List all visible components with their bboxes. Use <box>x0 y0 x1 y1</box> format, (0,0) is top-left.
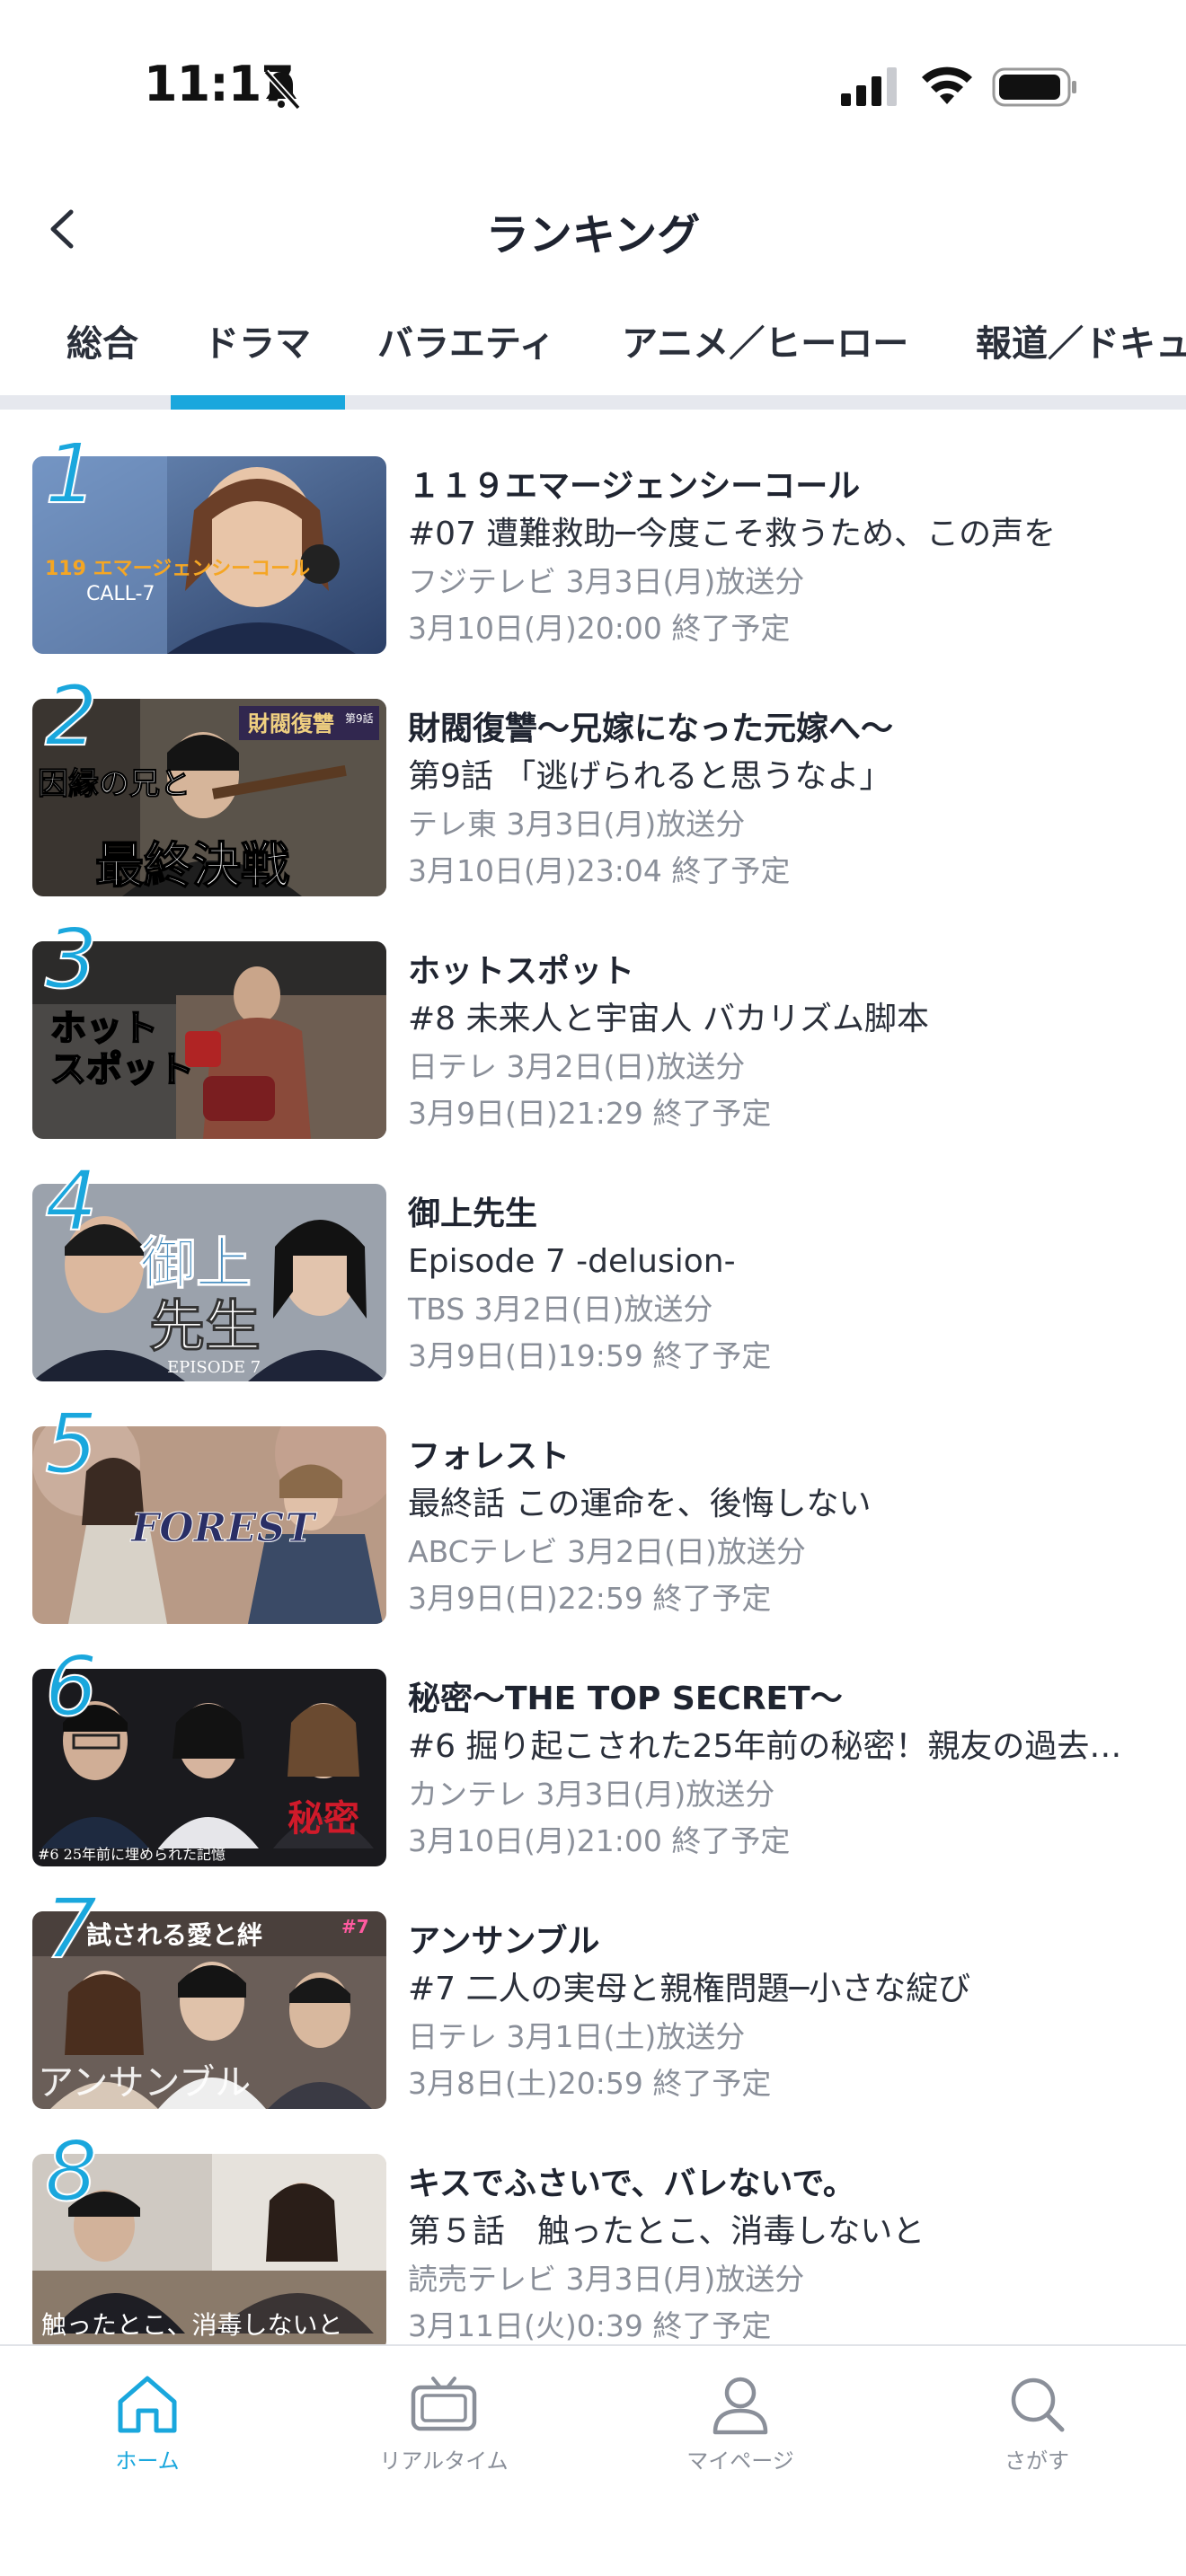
broadcast-info: カンテレ 3月3日(月)放送分 <box>408 1777 775 1812</box>
rank-number: 5 <box>44 1396 99 1492</box>
nav-mypage[interactable]: マイページ <box>633 2362 848 2497</box>
thumb-logo-text: FOREST <box>129 1505 317 1551</box>
expiry-info: 3月10日(月)21:00 終了予定 <box>408 1823 791 1858</box>
expiry-info: 3月8日(土)20:59 終了予定 <box>408 2066 772 2101</box>
thumb-logo-text: アンサンブル <box>38 2062 251 2104</box>
thumb-episode-text: EPISODE 7 <box>167 1358 261 1377</box>
program-title: 秘密〜THE TOP SECRET〜 <box>408 1681 843 1717</box>
page-title: ランキング <box>485 210 701 260</box>
rank-number: 3 <box>44 911 99 1007</box>
rank-number: 4 <box>44 1153 99 1249</box>
ranking-item[interactable]: 119 エマージェンシーコール CALL-7 1 １１９エマージェンシーコール … <box>0 433 1186 675</box>
nav-realtime-label: リアルタイム <box>379 2448 509 2474</box>
nav-home-label: ホーム <box>115 2448 180 2474</box>
rank-number: 7 <box>44 1881 99 1977</box>
thumb-logo-line2: スポット <box>50 1049 194 1090</box>
episode-title: 第５話 触ったとこ、消毒しないと <box>408 2213 925 2250</box>
tab-news-documentary[interactable]: 報道／ドキュ <box>976 314 1186 366</box>
nav-search[interactable]: さがす <box>929 2362 1145 2497</box>
program-title: キスでふさいで、バレないで。 <box>408 2166 855 2202</box>
episode-title: Episode 7 -delusion- <box>408 1243 736 1280</box>
broadcast-info: 日テレ 3月2日(日)放送分 <box>408 1049 746 1084</box>
thumb-logo-number: 119 エマージェンシーコール <box>45 558 310 580</box>
program-title: アンサンブル <box>408 1923 600 1960</box>
thumb-caption-top: 因縁の兄と <box>38 766 190 802</box>
ranking-list: 119 エマージェンシーコール CALL-7 1 １１９エマージェンシーコール … <box>0 433 1186 2344</box>
broadcast-info: TBS 3月2日(日)放送分 <box>408 1292 713 1327</box>
broadcast-info: ABCテレビ 3月2日(日)放送分 <box>408 1534 806 1569</box>
thumb-episode-text: CALL-7 <box>86 583 155 605</box>
wifi-icon <box>922 66 972 104</box>
episode-title: #07 遭難救助─今度こそ救うため、この声を <box>408 516 1057 552</box>
rank-number: 6 <box>44 1638 99 1734</box>
signal-icon <box>841 67 897 106</box>
ranking-item[interactable]: 秘密 #6 25年前に埋められた記憶 6 秘密〜THE TOP SECRET〜 … <box>0 1645 1186 1888</box>
search-icon <box>1011 2378 1065 2432</box>
person-icon <box>712 2377 768 2435</box>
status-bar: 11:17 <box>0 0 1186 171</box>
tab-variety[interactable]: バラエティ <box>377 314 555 366</box>
program-title: ホットスポット <box>408 953 635 990</box>
broadcast-info: 読売テレビ 3月3日(月)放送分 <box>408 2262 805 2297</box>
ranking-item[interactable]: 御上 先生 EPISODE 7 4 御上先生 Episode 7 -delusi… <box>0 1160 1186 1403</box>
header: ランキング <box>0 180 1186 278</box>
expiry-info: 3月9日(日)22:59 終了予定 <box>408 1581 772 1616</box>
ranking-item[interactable]: 財閥復讐 第9話 因縁の兄と 最終決戦 2 財閥復讐〜兄嫁になった元嫁へ〜 第9… <box>0 675 1186 918</box>
home-icon <box>118 2376 177 2433</box>
episode-title: #7 二人の実母と親権問題─小さな綻び <box>408 1971 971 2007</box>
bottom-nav: ホーム リアルタイム マイページ さがす <box>0 2344 1186 2576</box>
expiry-info: 3月9日(日)19:59 終了予定 <box>408 1338 772 1373</box>
ranking-item[interactable]: 試される愛と絆 #7 アンサンブル 7 アンサンブル #7 二人の実母と親権問題… <box>0 1881 1186 2130</box>
program-title: 財閥復讐〜兄嫁になった元嫁へ〜 <box>408 710 894 747</box>
nav-search-label: さがす <box>1005 2448 1069 2474</box>
program-title: 御上先生 <box>408 1195 538 1232</box>
ranking-item[interactable]: FOREST 5 フォレスト 最終話 この運命を、後悔しない ABCテレビ 3月… <box>0 1396 1186 1645</box>
nav-home[interactable]: ホーム <box>40 2362 255 2497</box>
bell-off-icon <box>263 69 301 110</box>
episode-title: #8 未来人と宇宙人 バカリズム脚本 <box>408 1001 929 1037</box>
ranking-item[interactable]: 触ったとこ、消毒しないと 8 キスでふさいで、バレないで。 第５話 触ったとこ、… <box>0 2130 1186 2344</box>
broadcast-info: フジテレビ 3月3日(月)放送分 <box>408 564 805 599</box>
battery-icon <box>992 67 1076 107</box>
broadcast-info: テレ東 3月3日(月)放送分 <box>408 807 746 842</box>
episode-title: 最終話 この運命を、後悔しない <box>408 1486 872 1522</box>
ranking-item[interactable]: ホット スポット 3 ホットスポット #8 未来人と宇宙人 バカリズム脚本 日テ… <box>0 911 1186 1160</box>
thumb-logo-text: 財閥復讐 <box>248 710 334 737</box>
thumb-logo-text: 秘密 <box>288 1797 359 1839</box>
thumb-logo-line1: 御上 <box>139 1231 252 1296</box>
program-title: １１９エマージェンシーコール <box>408 468 861 505</box>
expiry-info: 3月10日(月)20:00 終了予定 <box>408 611 791 646</box>
episode-title: #6 掘り起こされた25年前の秘密！親友の過去… <box>408 1728 1122 1765</box>
thumb-episode-badge: 第9話 <box>345 711 374 725</box>
thumb-caption: 触ったとこ、消毒しないと <box>41 2310 342 2340</box>
tv-icon <box>411 2377 477 2431</box>
tab-anime-hero[interactable]: アニメ／ヒーロー <box>622 314 908 366</box>
expiry-info: 3月10日(月)23:04 終了予定 <box>408 853 791 888</box>
thumb-caption: #6 25年前に埋められた記憶 <box>38 1846 226 1863</box>
tab-general[interactable]: 総合 <box>66 314 138 366</box>
thumb-logo-line2: 先生 <box>149 1293 261 1359</box>
tab-active-indicator <box>171 395 345 410</box>
thumb-logo-line1: ホット <box>50 1008 158 1049</box>
broadcast-info: 日テレ 3月1日(土)放送分 <box>408 2019 746 2054</box>
tab-drama[interactable]: ドラマ <box>203 314 311 366</box>
rank-number: 8 <box>44 2123 99 2219</box>
thumb-caption-top: 試される愛と絆 <box>86 1920 262 1950</box>
expiry-info: 3月9日(日)21:29 終了予定 <box>408 1096 772 1131</box>
program-title: フォレスト <box>408 1438 571 1475</box>
thumb-caption-main: 最終決戦 <box>95 836 289 894</box>
expiry-info: 3月11日(火)0:39 終了予定 <box>408 2308 772 2343</box>
episode-title: 第9話 「逃げられると思うなよ」 <box>408 758 892 795</box>
nav-mypage-label: マイページ <box>686 2448 794 2474</box>
thumb-episode-badge: #7 <box>341 1916 369 1937</box>
nav-realtime[interactable]: リアルタイム <box>336 2362 552 2497</box>
rank-number: 1 <box>44 433 99 522</box>
rank-number: 2 <box>44 668 99 764</box>
